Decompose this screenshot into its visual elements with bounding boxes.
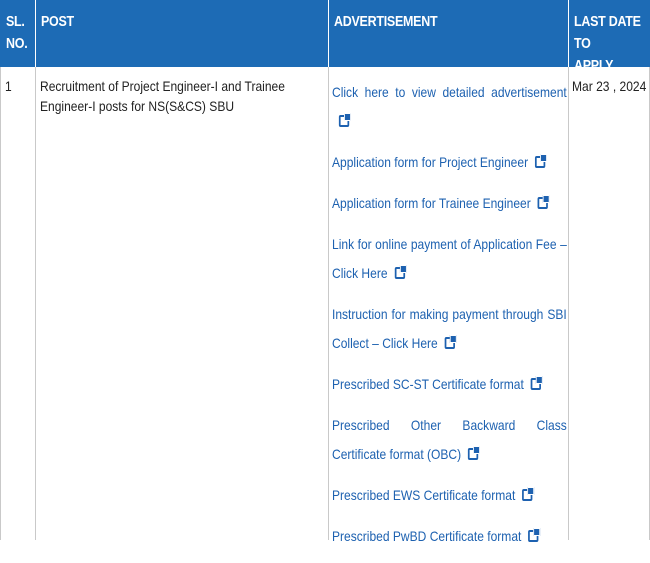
- row-last-date: Mar 23 , 2024: [572, 78, 647, 94]
- recruitment-table: SL. NO. POST ADVERTISEMENT LAST DATE TO …: [0, 0, 650, 544]
- row-post-title: Recruitment of Project Engineer-I and Tr…: [40, 78, 285, 114]
- link-pwbd-certificate[interactable]: Prescribed PwBD Certificate format: [332, 522, 567, 551]
- link-trainee-engineer-form[interactable]: Application form for Trainee Engineer: [332, 189, 567, 218]
- link-label: Application form for Project Engineer: [332, 154, 529, 170]
- column-divider: [328, 67, 329, 540]
- external-link-icon: [534, 154, 548, 168]
- link-project-engineer-form[interactable]: Application form for Project Engineer: [332, 148, 567, 177]
- link-label: Prescribed Other Backward Class Certific…: [332, 417, 567, 462]
- header-last-date: LAST DATE TO APPLY: [574, 14, 641, 74]
- link-label: Prescribed PwBD Certificate format: [332, 528, 522, 544]
- external-link-icon: [537, 195, 550, 209]
- row-sl-no: 1: [5, 78, 12, 94]
- link-label: Click here to view detailed advertisemen…: [332, 84, 567, 100]
- column-divider: [0, 67, 1, 540]
- link-detailed-advertisement[interactable]: Click here to view detailed advertisemen…: [332, 78, 567, 136]
- column-divider: [35, 67, 36, 540]
- link-ews-certificate[interactable]: Prescribed EWS Certificate format: [332, 481, 567, 510]
- link-sbi-collect-instructions[interactable]: Instruction for making payment through S…: [332, 300, 567, 358]
- link-label: Prescribed SC-ST Certificate format: [332, 376, 524, 392]
- external-link-icon: [530, 376, 543, 390]
- column-divider: [568, 67, 569, 540]
- header-divider: [568, 0, 569, 67]
- header-divider: [328, 0, 329, 67]
- link-label: Link for online payment of Application F…: [332, 236, 567, 281]
- external-link-icon: [394, 265, 407, 279]
- link-obc-certificate[interactable]: Prescribed Other Backward Class Certific…: [332, 411, 567, 469]
- header-divider: [35, 0, 36, 67]
- external-link-icon: [528, 528, 541, 542]
- external-link-icon: [468, 446, 481, 460]
- external-link-icon: [522, 487, 535, 501]
- external-link-icon: [338, 113, 351, 127]
- link-online-payment[interactable]: Link for online payment of Application F…: [332, 230, 567, 288]
- link-label: Application form for Trainee Engineer: [332, 195, 531, 211]
- link-label: Prescribed EWS Certificate format: [332, 487, 516, 503]
- external-link-icon: [444, 335, 457, 349]
- link-sc-st-certificate[interactable]: Prescribed SC-ST Certificate format: [332, 370, 567, 399]
- header-advertisement: ADVERTISEMENT: [334, 14, 438, 30]
- advertisement-links: Click here to view detailed advertisemen…: [332, 78, 567, 563]
- header-post: POST: [41, 14, 74, 30]
- table-header: SL. NO. POST ADVERTISEMENT LAST DATE TO …: [0, 0, 650, 74]
